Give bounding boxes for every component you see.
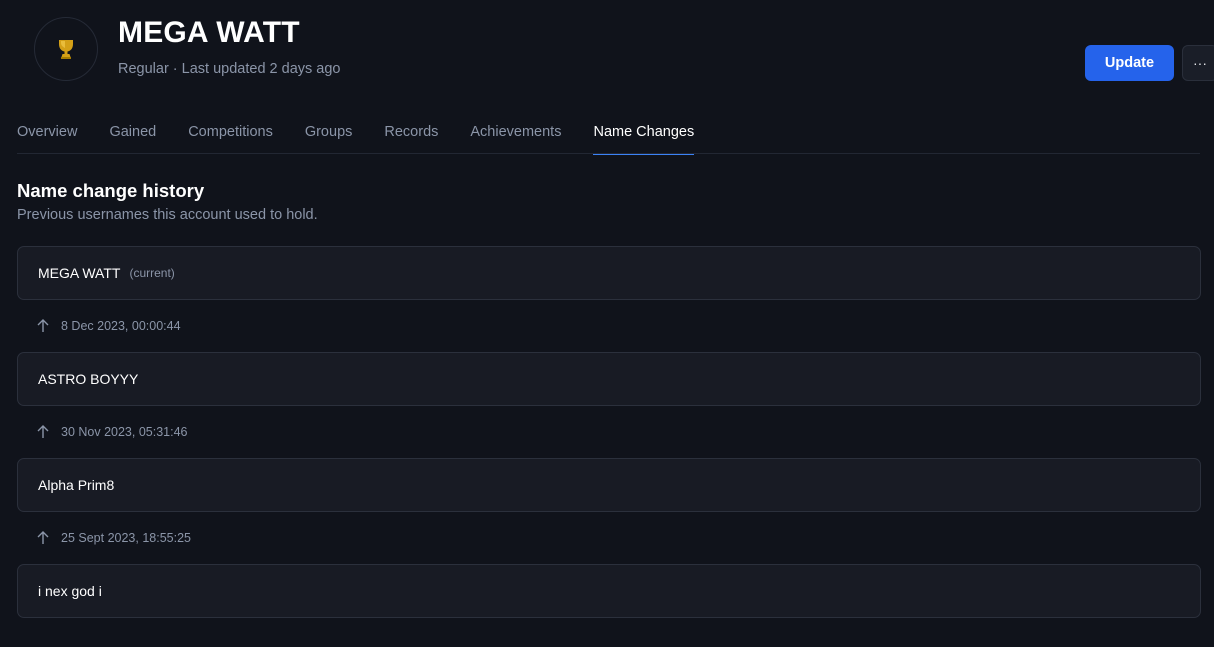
name-change-event: 25 Sept 2023, 18:55:25 [17, 512, 1201, 564]
trophy-icon [59, 40, 73, 59]
more-options-button[interactable]: ··· [1182, 45, 1214, 81]
username: i nex god i [38, 583, 102, 599]
name-card: i nex god i [17, 564, 1201, 618]
tab-groups[interactable]: Groups [305, 110, 353, 154]
change-date: 30 Nov 2023, 05:31:46 [61, 425, 188, 439]
name-change-history: MEGA WATT (current) 8 Dec 2023, 00:00:44… [17, 246, 1201, 618]
arrow-up-icon [37, 531, 49, 544]
more-horizontal-icon: ··· [1193, 55, 1207, 71]
tab-achievements[interactable]: Achievements [470, 110, 561, 154]
player-avatar [34, 17, 98, 81]
change-date: 8 Dec 2023, 00:00:44 [61, 319, 181, 333]
name-card-current: MEGA WATT (current) [17, 246, 1201, 300]
tab-competitions[interactable]: Competitions [188, 110, 273, 154]
name-change-event: 30 Nov 2023, 05:31:46 [17, 406, 1201, 458]
tab-name-changes[interactable]: Name Changes [593, 110, 694, 155]
tab-gained[interactable]: Gained [109, 110, 156, 154]
player-subtitle: Regular · Last updated 2 days ago [118, 61, 341, 77]
update-button[interactable]: Update [1085, 45, 1174, 81]
tab-overview[interactable]: Overview [17, 110, 77, 154]
player-header: MEGA WATT Regular · Last updated 2 days … [17, 0, 1214, 110]
name-card: ASTRO BOYYY [17, 352, 1201, 406]
username: ASTRO BOYYY [38, 371, 139, 387]
name-card: Alpha Prim8 [17, 458, 1201, 512]
player-page: MEGA WATT Regular · Last updated 2 days … [0, 0, 1214, 647]
name-change-event: 8 Dec 2023, 00:00:44 [17, 300, 1201, 352]
profile-tabs: Overview Gained Competitions Groups Reco… [17, 110, 1200, 155]
current-tag: (current) [129, 266, 175, 280]
section-description: Previous usernames this account used to … [17, 207, 318, 223]
username: Alpha Prim8 [38, 477, 115, 493]
change-date: 25 Sept 2023, 18:55:25 [61, 531, 191, 545]
tab-records[interactable]: Records [384, 110, 438, 154]
arrow-up-icon [37, 425, 49, 438]
player-name: MEGA WATT [118, 16, 300, 49]
username: MEGA WATT [38, 265, 121, 281]
section-title: Name change history [17, 180, 205, 201]
arrow-up-icon [37, 319, 49, 332]
